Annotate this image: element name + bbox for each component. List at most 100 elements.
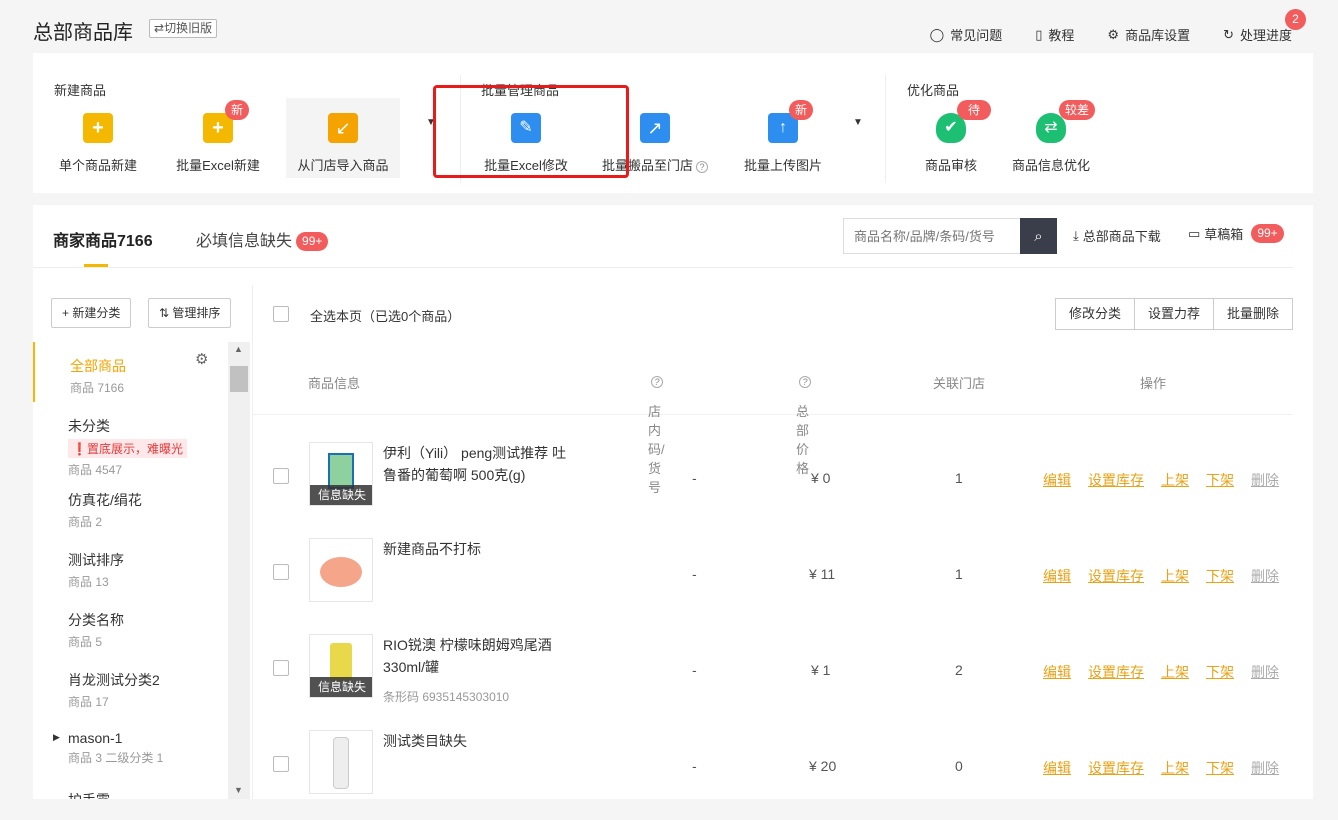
edit-link[interactable]: 编辑: [1043, 758, 1071, 778]
category-scrollbar[interactable]: ▲ ▼: [228, 342, 250, 799]
header-price: 总部价格?: [796, 373, 811, 476]
row-checkbox[interactable]: [273, 660, 289, 676]
category-item[interactable]: 分类名称 商品 5: [33, 596, 228, 656]
main-content: 商家商品7166 必填信息缺失99+ ⌕ ⤓总部商品下载 ▭草稿箱99+ + 新…: [33, 205, 1313, 799]
download-label: 总部商品下载: [1082, 229, 1161, 244]
list-on-link[interactable]: 上架: [1161, 470, 1189, 490]
scroll-up-icon[interactable]: ▲: [234, 344, 243, 354]
change-category-button[interactable]: 修改分类: [1054, 298, 1135, 330]
edit-link[interactable]: 编辑: [1043, 662, 1071, 682]
list-off-link[interactable]: 下架: [1206, 662, 1234, 682]
batch-delete-button[interactable]: 批量删除: [1212, 298, 1293, 330]
toolbar-panel: 新建商品 批量管理商品 优化商品 + 单个商品新建 + 批量Excel新建 新 …: [33, 53, 1313, 193]
faq-link[interactable]: ◯ 常见问题: [930, 25, 1003, 44]
batch-upload-images-button[interactable]: ↑ 批量上传图片 新: [733, 98, 833, 178]
category-item[interactable]: 测试排序 商品 13: [33, 536, 228, 596]
help-icon[interactable]: ?: [696, 161, 708, 173]
category-item[interactable]: ▶ mason-1 商品 3 二级分类 1: [33, 716, 228, 776]
help-icon[interactable]: ?: [799, 376, 811, 388]
product-image[interactable]: [309, 538, 373, 602]
category-count: 商品 2: [68, 515, 103, 529]
product-name[interactable]: 伊利（Yili） peng测试推荐 吐鲁番的葡萄啊 500克(g): [383, 442, 578, 486]
category-item[interactable]: 肖龙测试分类2 商品 17: [33, 656, 228, 716]
set-stock-link[interactable]: 设置库存: [1088, 470, 1144, 490]
set-stock-link[interactable]: 设置库存: [1088, 566, 1144, 586]
row-checkbox[interactable]: [273, 468, 289, 484]
list-on-link[interactable]: 上架: [1161, 662, 1189, 682]
select-all-checkbox[interactable]: [273, 306, 289, 322]
delete-link[interactable]: 删除: [1251, 470, 1279, 490]
tab-bar: 商家商品7166 必填信息缺失99+ ⌕ ⤓总部商品下载 ▭草稿箱99+: [33, 205, 1293, 268]
library-settings-link[interactable]: ⚙ 商品库设置: [1107, 25, 1190, 44]
refresh-icon: ↻: [1223, 26, 1234, 42]
row-actions: 编辑 设置库存 上架 下架 删除: [1043, 566, 1279, 586]
category-name: 未分类: [68, 418, 110, 434]
table-row: 新建商品不打标 - ¥ 11 1 编辑 设置库存 上架 下架 删除: [253, 532, 1293, 628]
delete-link[interactable]: 删除: [1251, 662, 1279, 682]
tutorial-link[interactable]: ▯ 教程: [1035, 25, 1074, 44]
product-review-button[interactable]: ✔ 商品审核 待修正: [911, 98, 991, 178]
group-title-optimize: 优化商品: [907, 83, 960, 98]
warning-text: 置底展示，难曝光: [86, 442, 183, 456]
delete-link[interactable]: 删除: [1251, 758, 1279, 778]
progress-link[interactable]: ↻ 处理进度 2: [1223, 9, 1306, 44]
product-image[interactable]: [309, 730, 373, 794]
switch-old-version-button[interactable]: ⇄切换旧版: [149, 19, 218, 38]
category-item[interactable]: 护手霜: [33, 776, 228, 799]
search-button[interactable]: ⌕: [1020, 218, 1057, 254]
batch-excel-create-button[interactable]: + 批量Excel新建 新: [163, 98, 273, 178]
tab-missing-info[interactable]: 必填信息缺失 99+: [196, 227, 329, 252]
product-image[interactable]: 信息缺失: [309, 634, 373, 698]
set-stock-link[interactable]: 设置库存: [1088, 758, 1144, 778]
bag-plus-icon: +: [83, 113, 113, 143]
draft-label: 草稿箱: [1204, 227, 1244, 242]
group-title-new: 新建商品: [54, 83, 107, 98]
manage-sort-button[interactable]: ⇅ 管理排序: [148, 298, 232, 328]
edit-link[interactable]: 编辑: [1043, 566, 1071, 586]
single-product-create-button[interactable]: + 单个商品新建: [43, 98, 153, 178]
draft-box-button[interactable]: ▭ 草稿箱 99+: [1188, 224, 1284, 243]
import-from-store-button[interactable]: ↙ 从门店导入商品: [286, 98, 400, 178]
product-name[interactable]: 测试类目缺失: [383, 730, 578, 752]
more-batch-dropdown[interactable]: ▼: [848, 98, 868, 178]
row-actions: 编辑 设置库存 上架 下架 删除: [1043, 662, 1279, 682]
top-bar: 总部商品库 ⇄切换旧版 ◯ 常见问题 ▯ 教程 ⚙ 商品库设置 ↻ 处理进度 2: [0, 0, 1338, 52]
scroll-thumb[interactable]: [230, 366, 248, 392]
category-count: 商品 17: [68, 695, 109, 709]
category-item[interactable]: 未分类 ❗置底展示，难曝光 商品 4547: [33, 402, 228, 477]
poor-badge: 较差: [1059, 100, 1096, 120]
search-input[interactable]: [843, 218, 1020, 254]
row-checkbox[interactable]: [273, 564, 289, 580]
product-barcode: 条形码 6935145303010: [383, 690, 510, 704]
edit-link[interactable]: 编辑: [1043, 470, 1071, 490]
category-count: 商品 3 二级分类 1: [68, 751, 164, 765]
set-recommend-button[interactable]: 设置力荐: [1133, 298, 1214, 330]
list-off-link[interactable]: 下架: [1206, 566, 1234, 586]
list-off-link[interactable]: 下架: [1206, 758, 1234, 778]
product-image[interactable]: 信息缺失: [309, 442, 373, 506]
scroll-down-icon[interactable]: ▼: [234, 785, 243, 795]
tool-label: 商品信息优化: [1011, 158, 1090, 173]
delete-link[interactable]: 删除: [1251, 566, 1279, 586]
help-icon[interactable]: ?: [651, 376, 663, 388]
product-info-optimize-button[interactable]: ⇄ 商品信息优化 较差: [1001, 98, 1101, 178]
list-on-link[interactable]: 上架: [1161, 566, 1189, 586]
caret-right-icon[interactable]: ▶: [53, 732, 60, 743]
tool-label: 单个商品新建: [58, 158, 137, 173]
set-stock-link[interactable]: 设置库存: [1088, 662, 1144, 682]
row-checkbox[interactable]: [273, 756, 289, 772]
category-item[interactable]: 全部商品 商品 7166 ⚙: [33, 342, 228, 402]
list-on-link[interactable]: 上架: [1161, 758, 1189, 778]
list-off-link[interactable]: 下架: [1206, 470, 1234, 490]
category-item[interactable]: 仿真花/绢花 商品 2: [33, 476, 228, 536]
category-count: 商品 13: [68, 575, 109, 589]
new-category-button[interactable]: + 新建分类: [51, 298, 132, 328]
download-products-button[interactable]: ⤓ 总部商品下载: [1073, 226, 1161, 245]
product-price: ¥ 11: [809, 566, 836, 582]
gear-icon[interactable]: ⚙: [195, 350, 208, 368]
product-name[interactable]: 新建商品不打标: [383, 538, 578, 560]
pending-fix-badge: 待修正: [957, 100, 991, 157]
product-name[interactable]: RIO锐澳 柠檬味朗姆鸡尾酒 330ml/罐: [383, 634, 578, 678]
tab-merchant-products[interactable]: 商家商品7166: [53, 227, 153, 251]
category-count: 商品 5: [68, 635, 103, 649]
